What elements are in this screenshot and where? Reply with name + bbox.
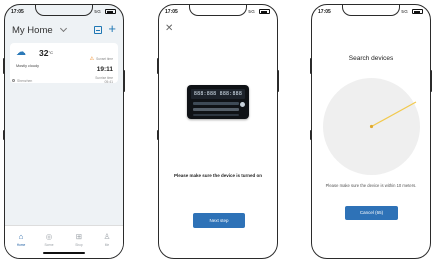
shop-icon: ⊞ xyxy=(75,232,83,241)
bottom-tab-bar: ⌂ Home ◎ Scene ⊞ Shop ♙ Me xyxy=(5,225,123,258)
device-detail xyxy=(193,102,239,105)
cancel-button[interactable]: Cancel (65) xyxy=(345,206,398,220)
me-icon: ♙ xyxy=(103,232,111,241)
chevron-down-icon xyxy=(59,24,67,33)
home-title: My Home xyxy=(12,25,53,36)
radar-sweep xyxy=(369,101,417,129)
phone-side-button xyxy=(430,70,432,92)
temperature-unit: °C xyxy=(48,50,53,55)
phone-notch xyxy=(35,5,93,16)
phone-search-screen: 17:05 5G Search devices Please make sure… xyxy=(311,4,431,259)
phone-side-button xyxy=(310,58,312,74)
tab-label: Me xyxy=(104,243,110,247)
scan-icon[interactable] xyxy=(94,26,102,34)
page-title: Search devices xyxy=(348,55,394,62)
phone-side-button xyxy=(310,130,312,140)
battery-icon xyxy=(412,9,423,14)
phone-device-check-screen: 17:05 5G ✕ 888:888 888:888 Please make s… xyxy=(158,4,278,259)
home-icon: ⌂ xyxy=(18,232,24,241)
radar-scanner xyxy=(323,78,420,175)
device-detail xyxy=(193,108,239,111)
device-display-readout: 888:888 888:888 xyxy=(191,89,245,99)
add-device-icon[interactable]: + xyxy=(108,22,116,35)
tab-label: Home xyxy=(16,243,26,247)
location-pin-icon xyxy=(12,79,15,83)
radar-sweep-line xyxy=(371,101,417,128)
device-knob xyxy=(240,102,245,107)
warning-icon: ⚠ xyxy=(89,56,95,62)
location-text: Shenzhen xyxy=(17,79,33,83)
home-selector[interactable]: My Home xyxy=(12,24,67,36)
sunset-label: Sunset time xyxy=(96,57,113,61)
sun-times: ⚠ Sunset time 19:11 Sunrise time 05:41 xyxy=(90,47,113,84)
phone-side-button xyxy=(3,130,5,140)
location-label[interactable]: Shenzhen xyxy=(12,79,32,83)
weather-description: Mostly cloudy xyxy=(16,64,40,68)
device-image: 888:888 888:888 xyxy=(187,85,249,119)
tab-me[interactable]: ♙ Me xyxy=(97,232,117,248)
device-detail xyxy=(193,114,239,116)
cloudy-weather-icon: ☁ xyxy=(16,47,26,58)
sunrise-time: 05:41 xyxy=(104,80,114,84)
signal-indicator: 5G xyxy=(248,9,255,14)
sunset-time: 19:11 xyxy=(96,66,113,73)
scene-icon: ◎ xyxy=(45,232,53,241)
signal-indicator: 5G xyxy=(401,9,408,14)
status-time: 17:05 xyxy=(11,9,24,15)
tab-label: Scene xyxy=(44,243,54,247)
device-on-message: Please make sure the device is turned on xyxy=(173,173,263,178)
phone-home-screen: 17:05 5G My Home + ☁ 32°C Mostly cloudy … xyxy=(4,4,124,259)
next-step-button[interactable]: Next step xyxy=(193,213,245,228)
phone-side-button xyxy=(123,70,125,92)
radar-center-dot xyxy=(369,124,374,129)
status-time: 17:05 xyxy=(165,9,178,15)
status-time: 17:05 xyxy=(318,9,331,15)
range-message: Please make sure the device is within 10… xyxy=(325,183,417,188)
tab-shop[interactable]: ⊞ Shop xyxy=(69,232,89,248)
signal-indicator: 5G xyxy=(94,9,101,14)
phone-side-button xyxy=(157,58,159,74)
weather-card[interactable]: ☁ 32°C Mostly cloudy ⚠ Sunset time 19:11 … xyxy=(10,43,118,84)
phone-notch xyxy=(342,5,400,16)
battery-icon xyxy=(105,9,116,14)
phone-notch xyxy=(189,5,247,16)
home-indicator xyxy=(43,252,85,254)
phone-side-button xyxy=(157,130,159,140)
temperature: 32°C xyxy=(39,48,53,58)
tab-home[interactable]: ⌂ Home xyxy=(11,232,31,248)
tab-label: Shop xyxy=(75,243,83,247)
phone-side-button xyxy=(3,58,5,74)
close-icon[interactable]: ✕ xyxy=(165,24,173,34)
phone-side-button xyxy=(277,70,279,92)
tab-scene[interactable]: ◎ Scene xyxy=(39,232,59,248)
battery-icon xyxy=(259,9,270,14)
